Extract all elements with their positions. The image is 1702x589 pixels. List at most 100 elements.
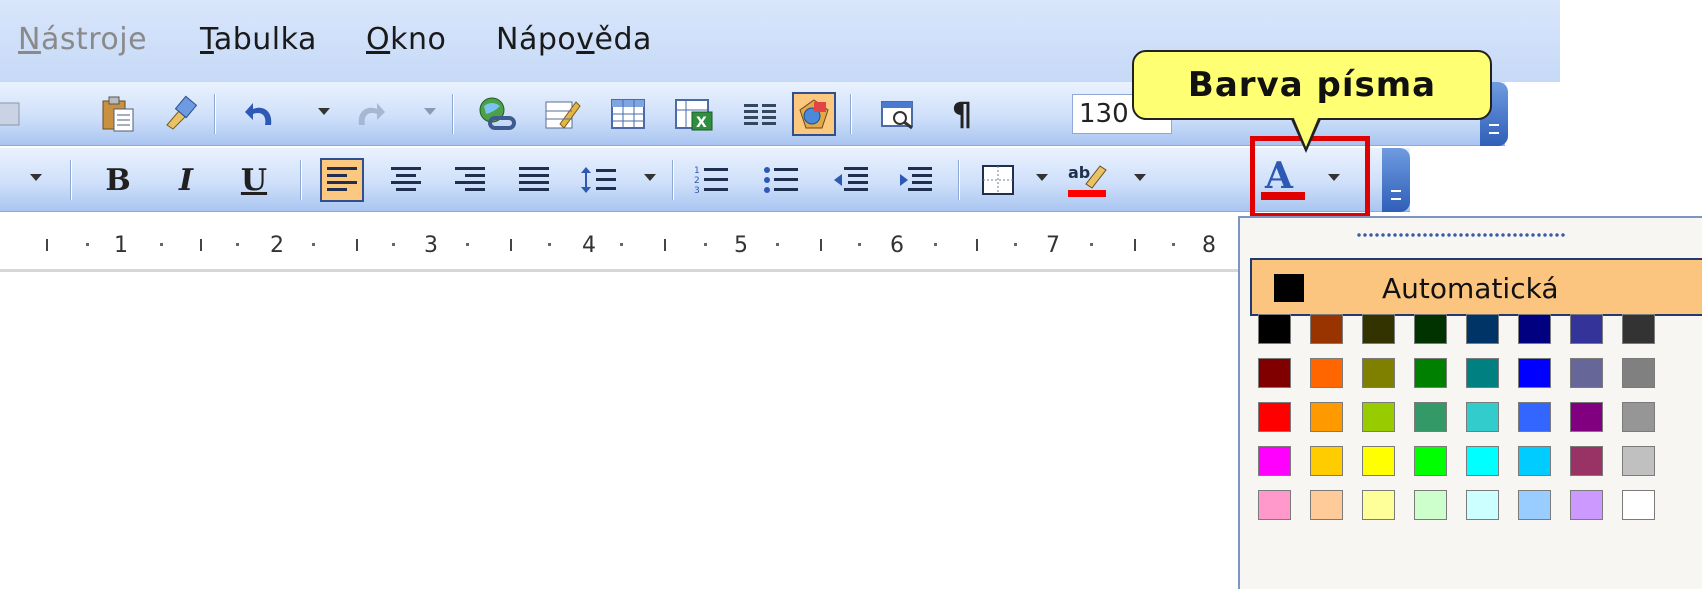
ruler-mark bbox=[664, 239, 666, 251]
numbering-icon[interactable]: 123 bbox=[690, 158, 734, 202]
italic-glyph: I bbox=[178, 162, 194, 198]
undo-dropdown-arrow[interactable] bbox=[318, 108, 330, 115]
color-swatch[interactable] bbox=[1622, 490, 1655, 520]
ruler-number: 1 bbox=[114, 233, 128, 258]
ruler-mark bbox=[1134, 239, 1136, 251]
color-swatch[interactable] bbox=[1258, 446, 1291, 476]
ruler-tick bbox=[776, 243, 779, 246]
menu-napoveda[interactable]: Nápověda bbox=[496, 22, 652, 57]
color-swatch[interactable] bbox=[1518, 358, 1551, 388]
color-swatch[interactable] bbox=[1414, 358, 1447, 388]
document-area[interactable] bbox=[0, 274, 1238, 589]
toolbar-options-icon[interactable] bbox=[1382, 148, 1410, 212]
ruler-mark bbox=[820, 239, 822, 251]
underline-glyph: U bbox=[240, 162, 268, 198]
ruler-tick bbox=[1014, 243, 1017, 246]
color-swatch[interactable] bbox=[1466, 402, 1499, 432]
color-swatch[interactable] bbox=[1310, 446, 1343, 476]
color-swatch[interactable] bbox=[1518, 446, 1551, 476]
color-swatch[interactable] bbox=[1518, 490, 1551, 520]
color-swatch[interactable] bbox=[1362, 402, 1395, 432]
paste-icon[interactable] bbox=[96, 92, 140, 136]
drawing-icon[interactable] bbox=[792, 92, 836, 136]
color-swatch[interactable] bbox=[1518, 402, 1551, 432]
palette-drag-handle[interactable] bbox=[1356, 232, 1566, 238]
color-swatch[interactable] bbox=[1362, 490, 1395, 520]
svg-text:3: 3 bbox=[694, 186, 700, 196]
tables-borders-icon[interactable] bbox=[540, 92, 584, 136]
ruler-baseline bbox=[0, 269, 1240, 272]
color-swatch[interactable] bbox=[1258, 314, 1291, 344]
formatting-toolbar: B I U 123 ab A bbox=[0, 148, 1410, 212]
color-swatch[interactable] bbox=[1466, 490, 1499, 520]
color-swatch[interactable] bbox=[1466, 314, 1499, 344]
italic-button[interactable]: I bbox=[164, 158, 208, 202]
menu-okno[interactable]: Okno bbox=[366, 22, 446, 57]
insert-excel-icon[interactable]: X bbox=[672, 92, 716, 136]
ruler-tick bbox=[160, 243, 163, 246]
color-swatch[interactable] bbox=[1622, 402, 1655, 432]
cut-icon[interactable] bbox=[0, 92, 30, 136]
color-swatch[interactable] bbox=[1570, 490, 1603, 520]
color-swatch[interactable] bbox=[1258, 358, 1291, 388]
svg-text:1: 1 bbox=[694, 166, 700, 176]
color-swatch[interactable] bbox=[1310, 314, 1343, 344]
bold-button[interactable]: B bbox=[96, 158, 140, 202]
color-swatch[interactable] bbox=[1362, 358, 1395, 388]
line-spacing-dropdown-arrow[interactable] bbox=[644, 174, 656, 181]
color-swatch[interactable] bbox=[1362, 314, 1395, 344]
columns-icon[interactable] bbox=[738, 92, 782, 136]
color-swatch[interactable] bbox=[1414, 446, 1447, 476]
color-swatch[interactable] bbox=[1570, 314, 1603, 344]
ruler[interactable]: 1 2 3 4 5 6 7 8 bbox=[0, 213, 1240, 273]
color-swatch[interactable] bbox=[1466, 358, 1499, 388]
color-swatch[interactable] bbox=[1622, 314, 1655, 344]
highlight-icon[interactable]: ab bbox=[1066, 158, 1110, 202]
bullets-icon[interactable] bbox=[760, 158, 804, 202]
justify-icon[interactable] bbox=[512, 158, 556, 202]
style-dropdown-arrow[interactable] bbox=[30, 174, 42, 181]
show-hide-icon[interactable]: ¶ bbox=[940, 92, 984, 136]
line-spacing-icon[interactable] bbox=[578, 158, 622, 202]
color-swatch[interactable] bbox=[1570, 358, 1603, 388]
color-swatch[interactable] bbox=[1414, 402, 1447, 432]
color-swatch[interactable] bbox=[1414, 314, 1447, 344]
color-swatch[interactable] bbox=[1258, 402, 1291, 432]
color-swatch[interactable] bbox=[1622, 446, 1655, 476]
color-swatch[interactable] bbox=[1622, 358, 1655, 388]
color-swatch[interactable] bbox=[1570, 402, 1603, 432]
menu-tabulka[interactable]: Tabulka bbox=[200, 22, 317, 57]
ruler-number: 5 bbox=[734, 233, 748, 258]
align-right-icon[interactable] bbox=[448, 158, 492, 202]
color-swatch[interactable] bbox=[1310, 490, 1343, 520]
borders-icon[interactable] bbox=[976, 158, 1020, 202]
hyperlink-icon[interactable] bbox=[474, 92, 518, 136]
color-swatch[interactable] bbox=[1466, 446, 1499, 476]
ruler-mark bbox=[976, 239, 978, 251]
highlight-dropdown-arrow[interactable] bbox=[1134, 174, 1146, 181]
callout-tail-inner bbox=[1293, 116, 1319, 147]
redo-dropdown-arrow[interactable] bbox=[424, 108, 436, 115]
menu-tabulka-accel: T bbox=[200, 22, 214, 57]
redo-icon[interactable] bbox=[346, 92, 390, 136]
borders-dropdown-arrow[interactable] bbox=[1036, 174, 1048, 181]
color-swatch[interactable] bbox=[1518, 314, 1551, 344]
format-painter-icon[interactable] bbox=[156, 92, 200, 136]
underline-button[interactable]: U bbox=[232, 158, 276, 202]
insert-table-icon[interactable] bbox=[606, 92, 650, 136]
increase-indent-icon[interactable] bbox=[894, 158, 938, 202]
callout-label: Barva písma bbox=[1187, 65, 1437, 105]
automatic-color-button[interactable]: Automatická bbox=[1250, 258, 1702, 316]
undo-icon[interactable] bbox=[240, 92, 284, 136]
align-left-icon[interactable] bbox=[320, 158, 364, 202]
color-swatch[interactable] bbox=[1362, 446, 1395, 476]
align-center-icon[interactable] bbox=[384, 158, 428, 202]
color-swatch[interactable] bbox=[1414, 490, 1447, 520]
document-map-icon[interactable] bbox=[876, 92, 920, 136]
color-swatch[interactable] bbox=[1310, 358, 1343, 388]
color-swatch[interactable] bbox=[1258, 490, 1291, 520]
decrease-indent-icon[interactable] bbox=[830, 158, 874, 202]
color-swatch[interactable] bbox=[1570, 446, 1603, 476]
color-swatch[interactable] bbox=[1310, 402, 1343, 432]
menu-nastroje[interactable]: Nástroje bbox=[18, 22, 147, 57]
